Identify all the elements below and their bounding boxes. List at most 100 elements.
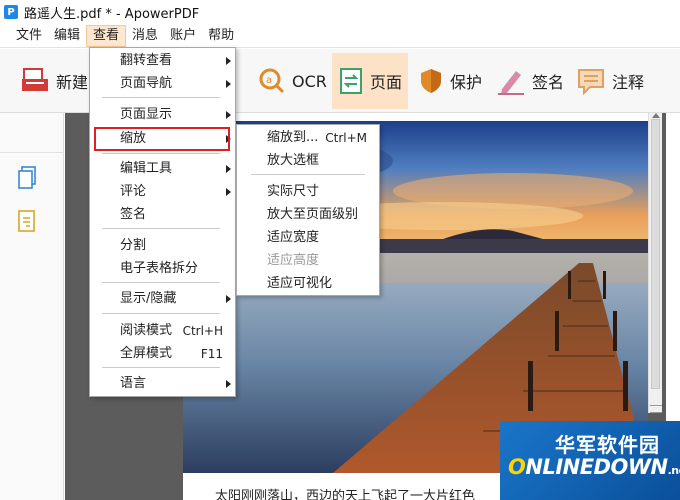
scrollbar-thumb[interactable] (651, 119, 660, 389)
view-menu-spreadsheet-split[interactable]: 电子表格拆分 (90, 258, 235, 280)
page-display-label: 页面显示 (120, 107, 173, 122)
view-menu-page-nav[interactable]: 页面导航 (90, 73, 235, 95)
left-panel-header (0, 113, 63, 153)
zoom-actual-size[interactable]: 实际尺寸 (237, 181, 379, 203)
view-menu-language[interactable]: 语言 (90, 373, 235, 395)
submenu-arrow-icon (226, 188, 231, 196)
submenu-arrow-icon (226, 380, 231, 388)
new-document-icon (20, 67, 50, 95)
fullscreen-shortcut: F11 (200, 347, 223, 361)
ocr-button[interactable]: a OCR (252, 53, 333, 109)
comment-menu-label: 评论 (120, 184, 147, 199)
thumbnails-icon[interactable] (16, 165, 38, 191)
actual-size-label: 实际尺寸 (267, 184, 320, 199)
shield-icon (418, 67, 444, 95)
menu-separator (102, 228, 220, 229)
zoom-fit-width[interactable]: 适应宽度 (237, 227, 379, 249)
submenu-arrow-icon (226, 80, 231, 88)
view-menu-split[interactable]: 分割 (90, 235, 235, 257)
menu-edit[interactable]: 编辑 (48, 25, 86, 47)
menu-file[interactable]: 文件 (10, 25, 48, 47)
view-menu-fullscreen[interactable]: 全屏模式 F11 (90, 343, 235, 365)
protect-button[interactable]: 保护 (412, 53, 488, 109)
view-menu-sign[interactable]: 签名 (90, 204, 235, 226)
ocr-icon: a (258, 67, 286, 95)
menu-separator (102, 367, 220, 368)
zoom-to-label: 缩放到... (267, 130, 319, 145)
language-label: 语言 (120, 376, 147, 391)
zoom-page-level[interactable]: 放大至页面级别 (237, 204, 379, 226)
submenu-arrow-icon (226, 165, 231, 173)
watermark-en-text: ONLINEDOWN.net (508, 455, 680, 479)
scroll-up-arrow-icon[interactable] (652, 113, 660, 118)
view-menu-page-display[interactable]: 页面显示 (90, 104, 235, 126)
view-menu-reading-mode[interactable]: 阅读模式 Ctrl+H (90, 320, 235, 342)
watermark-logo: 华军软件园 ONLINEDOWN.net (500, 421, 680, 500)
sign-button[interactable]: 签名 (490, 53, 570, 109)
submenu-arrow-icon (226, 295, 231, 303)
zoom-fit-height: 适应高度 (237, 250, 379, 272)
zoom-submenu: 缩放到... Ctrl+M 放大选框 实际尺寸 放大至页面级别 适应宽度 适应高度… (236, 124, 380, 296)
watermark-en-suffix: .net (667, 464, 680, 477)
menu-account[interactable]: 账户 (164, 25, 202, 47)
window-title: 路遥人生.pdf * - ApowerPDF (24, 6, 200, 22)
show-hide-label: 显示/隐藏 (120, 291, 177, 306)
zoom-to[interactable]: 缩放到... Ctrl+M (237, 127, 379, 149)
submenu-arrow-icon (226, 57, 231, 65)
menu-separator (102, 313, 220, 314)
menu-separator (102, 97, 220, 98)
app-logo-icon: P (4, 5, 18, 19)
menu-view[interactable]: 查看 (86, 24, 127, 47)
attachments-icon[interactable] (16, 209, 38, 235)
watermark-cn-text: 华军软件园 (555, 433, 660, 457)
zoom-marquee-label: 放大选框 (267, 153, 320, 168)
view-menu-show-hide[interactable]: 显示/隐藏 (90, 288, 235, 310)
menu-separator (251, 174, 365, 175)
menu-separator (102, 282, 220, 283)
signature-pen-icon (496, 67, 526, 95)
sign-menu-label: 签名 (120, 207, 147, 222)
watermark-o: O (508, 455, 526, 479)
page-body-text: 太阳刚刚落山，西边的天上飞起了一大片红色 (215, 489, 476, 500)
title-bar: P 路遥人生.pdf * - ApowerPDF (0, 0, 680, 24)
comment-label: 注释 (612, 73, 645, 92)
zoom-fit-visible[interactable]: 适应可视化 (237, 273, 379, 295)
view-menu-edit-tools[interactable]: 编辑工具 (90, 158, 235, 180)
page-icon (338, 67, 364, 95)
left-side-panel (0, 113, 64, 500)
protect-label: 保护 (450, 73, 483, 92)
spreadsheet-split-label: 电子表格拆分 (120, 261, 199, 276)
ocr-label: OCR (292, 71, 327, 91)
fit-height-label: 适应高度 (267, 253, 320, 268)
new-button[interactable]: 新建 (14, 53, 94, 109)
reading-mode-label: 阅读模式 (120, 323, 173, 338)
page-label: 页面 (370, 73, 403, 92)
menu-separator (102, 153, 220, 154)
zoom-marquee[interactable]: 放大选框 (237, 150, 379, 172)
comment-button[interactable]: 注释 (570, 53, 650, 109)
menu-help[interactable]: 帮助 (202, 25, 240, 47)
scrollbar-grip-icon (650, 405, 662, 413)
sign-label: 签名 (532, 73, 565, 92)
fullscreen-label: 全屏模式 (120, 346, 173, 361)
fit-width-label: 适应宽度 (267, 230, 320, 245)
view-menu-dropdown: 翻转查看 页面导航 页面显示 缩放 编辑工具 评论 签名 分割 电子表格拆分 显… (89, 47, 236, 397)
new-label: 新建 (56, 73, 89, 92)
split-label: 分割 (120, 238, 147, 253)
zoom-to-shortcut: Ctrl+M (325, 131, 367, 145)
page-nav-label: 页面导航 (120, 76, 173, 91)
page-level-label: 放大至页面级别 (267, 207, 359, 222)
vertical-scrollbar[interactable] (648, 113, 662, 413)
page-button[interactable]: 页面 (332, 53, 408, 109)
edit-tools-label: 编辑工具 (120, 161, 173, 176)
svg-text:a: a (266, 75, 272, 86)
watermark-en-prefix: NLINEDOWN (525, 455, 668, 479)
view-menu-comment[interactable]: 评论 (90, 181, 235, 203)
zoom-highlight-box (94, 127, 230, 151)
submenu-arrow-icon (226, 111, 231, 119)
view-menu-flip-view[interactable]: 翻转查看 (90, 50, 235, 72)
menu-messages[interactable]: 消息 (126, 25, 164, 47)
flip-view-label: 翻转查看 (120, 53, 173, 68)
menu-bar: 文件 编辑 查看 消息 账户 帮助 (0, 24, 680, 48)
fit-visible-label: 适应可视化 (267, 276, 333, 291)
